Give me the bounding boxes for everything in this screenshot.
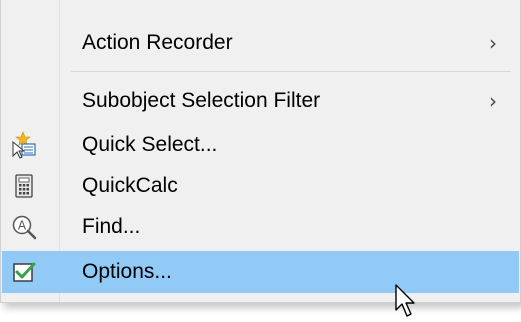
options-checkbox-icon: [10, 258, 38, 286]
menu-item-quick-select[interactable]: Quick Select...: [2, 124, 519, 166]
menu-item-find[interactable]: A Find...: [2, 206, 519, 248]
svg-text:A: A: [18, 219, 27, 233]
menu-item-label: Find...: [82, 215, 141, 238]
submenu-arrow-icon: ›: [489, 31, 497, 55]
context-menu: Action Recorder › Subobject Selection Fi…: [0, 0, 521, 303]
mouse-cursor-icon: [395, 284, 419, 322]
menu-item-options[interactable]: Options...: [2, 251, 519, 293]
menu-item-subobject-selection-filter[interactable]: Subobject Selection Filter ›: [2, 80, 519, 122]
menu-item-label: QuickCalc: [82, 174, 178, 197]
find-icon: A: [10, 213, 38, 241]
menu-item-label: Subobject Selection Filter: [82, 89, 321, 112]
quick-select-icon: [10, 131, 38, 159]
submenu-arrow-icon: ›: [489, 89, 497, 113]
menu-item-quickcalc[interactable]: QuickCalc: [2, 165, 519, 207]
menu-item-label: Action Recorder: [82, 31, 233, 54]
menu-item-label: Options...: [82, 260, 172, 283]
menu-item-action-recorder[interactable]: Action Recorder ›: [2, 22, 519, 64]
menu-separator: [71, 71, 511, 72]
calculator-icon: [10, 172, 38, 200]
menu-item-label: Quick Select...: [82, 133, 218, 156]
